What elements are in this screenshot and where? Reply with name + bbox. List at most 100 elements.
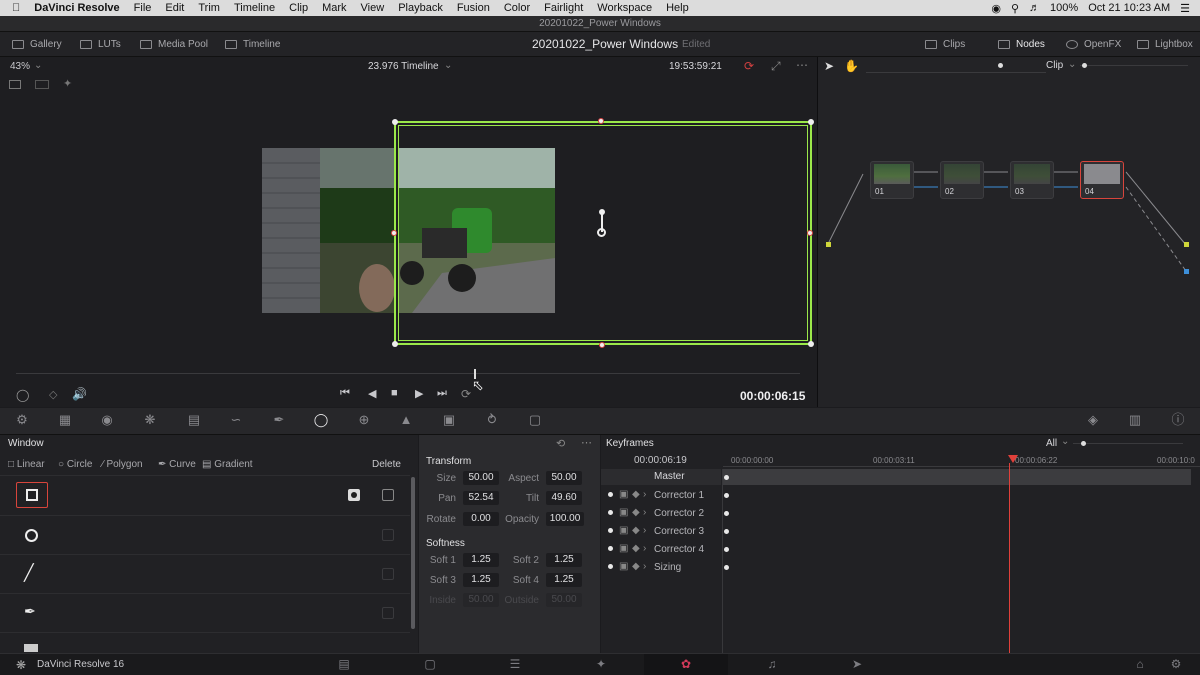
expand-chevron-icon[interactable]: › [643, 507, 646, 518]
keyframe-diamond-icon[interactable]: ◆ [632, 543, 640, 554]
menu-app-name[interactable]: DaVinci Resolve [34, 2, 119, 14]
track-row[interactable]: ▣ ◆ › Sizing [601, 559, 1200, 577]
menu-view[interactable]: View [361, 2, 385, 14]
keyframe-diamond-icon[interactable]: ◆ [632, 525, 640, 536]
source-timecode[interactable]: 19:53:59:21 [669, 61, 722, 72]
playhead-sync-icon[interactable]: ⟳ [744, 59, 754, 73]
menu-file[interactable]: File [134, 2, 152, 14]
node-03[interactable]: 03 [1010, 161, 1054, 199]
tracker-icon[interactable]: ⊕ [356, 412, 372, 428]
more-options-icon[interactable]: ⋯ [796, 58, 808, 72]
window-panel-reset-icon[interactable]: ⟲ [556, 437, 565, 450]
layers-icon[interactable]: ◇ [49, 388, 57, 401]
expand-chevron-icon[interactable]: › [643, 543, 646, 554]
cut-page-icon[interactable]: ▢ [422, 656, 438, 672]
menu-clip[interactable]: Clip [289, 2, 308, 14]
rotation-handle[interactable] [599, 209, 605, 215]
lock-icon[interactable]: ▣ [619, 525, 628, 536]
window-handle-bottom[interactable] [599, 342, 605, 348]
menu-color[interactable]: Color [504, 2, 530, 14]
fullscreen-icon[interactable]: ⤢ [771, 59, 781, 74]
expand-chevron-icon[interactable]: › [643, 561, 646, 572]
info-icon[interactable]: ⓘ [1170, 412, 1186, 428]
timeline-selector[interactable]: 23.976 Timeline [368, 61, 439, 72]
expand-chevron-icon[interactable]: › [643, 525, 646, 536]
home-icon[interactable]: ⌂ [1132, 656, 1148, 672]
stop-icon[interactable]: ■ [391, 387, 398, 399]
track-row[interactable]: ▣ ◆ › Corrector 1 [601, 487, 1200, 505]
fairlight-page-icon[interactable]: ♫ [764, 656, 780, 672]
menu-mark[interactable]: Mark [322, 2, 346, 14]
opacity-field[interactable]: 100.00 [546, 512, 584, 526]
lock-icon[interactable]: ▣ [619, 543, 628, 554]
window-mask-toggle[interactable] [382, 607, 394, 619]
split-view-icon[interactable] [35, 80, 49, 89]
track-row[interactable]: ▣ ◆ › Corrector 4 [601, 541, 1200, 559]
key-icon[interactable]: ▣ [441, 412, 457, 428]
scopes-icon[interactable]: ▥ [1127, 412, 1143, 428]
node-output-rgb[interactable] [1184, 242, 1189, 247]
lock-icon[interactable]: ▣ [619, 507, 628, 518]
linear-tool[interactable]: □ Linear [8, 459, 45, 470]
window-mask-toggle[interactable] [382, 568, 394, 580]
highlight-wand-icon[interactable]: ✦ [63, 77, 72, 90]
menu-help[interactable]: Help [666, 2, 689, 14]
soft2-field[interactable]: 1.25 [546, 553, 582, 567]
track-enable-dot[interactable] [608, 546, 613, 551]
menu-timeline[interactable]: Timeline [234, 2, 275, 14]
curve-tool[interactable]: ✒ Curve [158, 459, 196, 470]
window-handle-right[interactable] [807, 230, 813, 236]
fusion-page-icon[interactable]: ✦ [593, 656, 609, 672]
3d-icon[interactable]: ▢ [527, 412, 543, 428]
timeline-chevron-icon[interactable]: ⌄ [444, 60, 452, 71]
menu-fusion[interactable]: Fusion [457, 2, 490, 14]
window-row-curve[interactable]: ✒ [0, 595, 410, 633]
clock[interactable]: Oct 21 10:23 AM [1088, 2, 1170, 14]
keyframe-marker[interactable] [724, 475, 729, 480]
keyframe-ruler[interactable] [723, 453, 1200, 467]
keyframe-diamond-icon[interactable]: ◆ [632, 507, 640, 518]
menu-edit[interactable]: Edit [165, 2, 184, 14]
aspect-field[interactable]: 50.00 [546, 471, 582, 485]
battery-percent[interactable]: 100% [1050, 2, 1078, 14]
single-view-icon[interactable] [9, 80, 21, 89]
keyframe-marker[interactable] [724, 529, 729, 534]
keyframe-marker[interactable] [724, 565, 729, 570]
rgb-mixer-icon[interactable]: ▤ [186, 412, 202, 428]
soft4-field[interactable]: 1.25 [546, 573, 582, 587]
node-output-alpha[interactable] [1184, 269, 1189, 274]
master-track-bar[interactable] [723, 469, 1191, 485]
gallery-button[interactable]: Gallery [12, 32, 62, 57]
keyframe-diamond-icon[interactable]: ◆ [632, 489, 640, 500]
blur-icon[interactable]: ▲ [398, 412, 414, 428]
play-icon[interactable]: ▶ [415, 387, 423, 400]
window-center-handle[interactable] [597, 228, 606, 237]
keyframe-zoom-thumb[interactable] [1081, 441, 1086, 446]
window-row-linear[interactable] [0, 478, 410, 516]
control-center-icon[interactable]: ☰ [1180, 2, 1190, 15]
keyframes-palette-icon[interactable]: ◈ [1085, 412, 1101, 428]
node-02[interactable]: 02 [940, 161, 984, 199]
expand-chevron-icon[interactable]: › [643, 489, 646, 500]
curves-icon[interactable]: ∽ [228, 412, 244, 428]
track-enable-dot[interactable] [608, 492, 613, 497]
lightbox-button[interactable]: Lightbox [1137, 32, 1193, 57]
track-enable-dot[interactable] [608, 510, 613, 515]
deliver-page-icon[interactable]: ➤ [849, 656, 865, 672]
menu-fairlight[interactable]: Fairlight [544, 2, 583, 14]
clips-button[interactable]: Clips [925, 32, 965, 57]
sizing-icon[interactable]: ⥁ [484, 412, 500, 428]
keyframe-marker[interactable] [724, 493, 729, 498]
edit-page-icon[interactable]: ☰ [507, 656, 523, 672]
menu-workspace[interactable]: Workspace [597, 2, 652, 14]
media-page-icon[interactable]: ▤ [336, 656, 352, 672]
keyframe-diamond-icon[interactable]: ◆ [632, 561, 640, 572]
nodes-button[interactable]: Nodes [998, 32, 1045, 57]
go-to-end-icon[interactable]: ⏭ [437, 387, 447, 400]
media-pool-button[interactable]: Media Pool [140, 32, 208, 57]
lock-icon[interactable]: ▣ [619, 561, 628, 572]
menu-playback[interactable]: Playback [398, 2, 443, 14]
viewer-mode-icon[interactable]: ◯ [16, 388, 29, 402]
hdr-icon[interactable]: ❋ [142, 412, 158, 428]
circle-tool[interactable]: ○ Circle [58, 459, 92, 470]
